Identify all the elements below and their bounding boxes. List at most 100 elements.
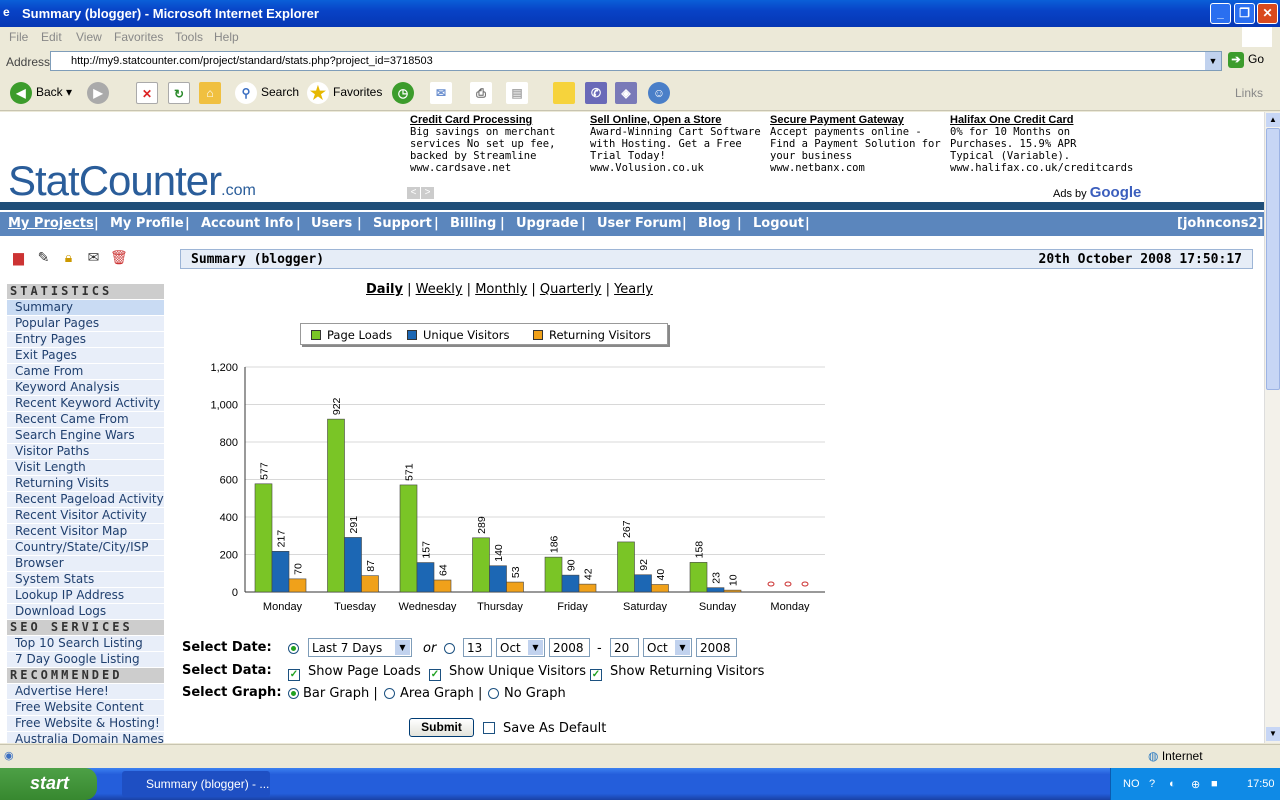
no-graph-option[interactable]: No Graph xyxy=(504,686,566,701)
submit-button[interactable]: Submit xyxy=(409,718,474,737)
menu-tools[interactable]: Tools xyxy=(175,30,203,44)
period-monthly[interactable]: Monthly xyxy=(475,282,527,297)
home-button[interactable]: ⌂ xyxy=(199,82,225,106)
returning-visitors-checkbox[interactable]: ✓ xyxy=(590,665,602,681)
scroll-thumb[interactable] xyxy=(1266,128,1280,390)
sidebar-item-lookup-ip-address[interactable]: Lookup IP Address xyxy=(7,588,164,604)
config-icon[interactable]: ✎ xyxy=(35,249,52,265)
print-button[interactable]: ⎙ xyxy=(470,82,496,106)
ad-block[interactable]: Credit Card Processing Big savings on mer… xyxy=(410,114,585,174)
sidebar-item-summary[interactable]: Summary xyxy=(7,300,164,316)
sidebar-item-top-10-search-listing[interactable]: Top 10 Search Listing xyxy=(7,636,164,652)
ad-next-button[interactable]: > xyxy=(421,187,434,199)
sidebar-item-system-stats[interactable]: System Stats xyxy=(7,572,164,588)
mail-button[interactable]: ✉ xyxy=(430,82,456,106)
nav-my-profile[interactable]: My Profile xyxy=(110,216,184,231)
links-label[interactable]: Links xyxy=(1235,86,1263,100)
sidebar-item-entry-pages[interactable]: Entry Pages xyxy=(7,332,164,348)
search-button[interactable]: ⚲ Search xyxy=(235,82,299,106)
window-titlebar[interactable]: e Summary (blogger) - Microsoft Internet… xyxy=(0,0,1280,27)
save-default-label[interactable]: Save As Default xyxy=(503,721,606,736)
close-button[interactable]: ✕ xyxy=(1257,3,1278,24)
sidebar-item-popular-pages[interactable]: Popular Pages xyxy=(7,316,164,332)
period-weekly[interactable]: Weekly xyxy=(416,282,463,297)
vertical-scrollbar[interactable]: ▲ ▼ xyxy=(1264,112,1280,743)
menu-edit[interactable]: Edit xyxy=(41,30,62,44)
network-icon[interactable]: ◐ xyxy=(1169,778,1176,790)
ad-block[interactable]: Sell Online, Open a Store Award-Winning C… xyxy=(590,114,765,174)
from-day-input[interactable]: 13 xyxy=(463,638,492,657)
history-button[interactable]: ◷ xyxy=(392,82,418,106)
page-loads-option[interactable]: Show Page Loads xyxy=(308,664,421,679)
sidebar-item-visitor-paths[interactable]: Visitor Paths xyxy=(7,444,164,460)
menu-favorites[interactable]: Favorites xyxy=(114,30,163,44)
sidebar-item-exit-pages[interactable]: Exit Pages xyxy=(7,348,164,364)
help-icon[interactable]: ? xyxy=(1149,778,1155,790)
lock-icon[interactable]: 🔒︎ xyxy=(60,249,77,265)
messenger-button[interactable]: ✆ xyxy=(585,82,611,106)
language-indicator[interactable]: NO xyxy=(1123,778,1140,790)
page-loads-checkbox[interactable]: ✓ xyxy=(288,665,300,681)
stats-icon[interactable]: ▆ xyxy=(10,249,27,265)
start-button[interactable]: start xyxy=(0,768,97,800)
to-month-select[interactable]: Oct ▼ xyxy=(643,638,692,657)
research-button[interactable]: ◈ xyxy=(615,82,641,106)
sidebar-item-keyword-analysis[interactable]: Keyword Analysis xyxy=(7,380,164,396)
save-default-checkbox[interactable] xyxy=(483,722,495,736)
nav-blog[interactable]: Blog xyxy=(698,216,731,231)
nav-upgrade[interactable]: Upgrade xyxy=(516,216,578,231)
sidebar-item-country-state-city-isp[interactable]: Country/State/City/ISP xyxy=(7,540,164,556)
bar-graph-radio[interactable] xyxy=(288,687,299,701)
sidebar-item-visit-length[interactable]: Visit Length xyxy=(7,460,164,476)
to-year-input[interactable]: 2008 xyxy=(696,638,737,657)
menu-view[interactable]: View xyxy=(76,30,102,44)
ad-prev-button[interactable]: < xyxy=(407,187,420,199)
bar-graph-option[interactable]: Bar Graph | xyxy=(303,686,378,701)
ad-block[interactable]: Secure Payment Gateway Accept payments on… xyxy=(770,114,945,174)
scroll-down-icon[interactable]: ▼ xyxy=(1266,727,1280,741)
unique-visitors-checkbox[interactable]: ✓ xyxy=(429,665,441,681)
scroll-up-icon[interactable]: ▲ xyxy=(1266,113,1280,127)
taskbar-ie-window[interactable]: Summary (blogger) - ... xyxy=(122,771,270,797)
period-yearly[interactable]: Yearly xyxy=(614,282,653,297)
ads-by-google[interactable]: Ads by Google xyxy=(1053,184,1141,201)
date-range-radio[interactable] xyxy=(288,642,299,656)
sidebar-item-browser[interactable]: Browser xyxy=(7,556,164,572)
menu-help[interactable]: Help xyxy=(214,30,239,44)
unique-visitors-option[interactable]: Show Unique Visitors xyxy=(449,664,586,679)
sidebar-item-free-website-hosting[interactable]: Free Website & Hosting! xyxy=(7,716,164,732)
sidebar-item-recent-visitor-map[interactable]: Recent Visitor Map xyxy=(7,524,164,540)
go-button[interactable]: ➔ Go xyxy=(1228,52,1264,68)
period-daily[interactable]: Daily xyxy=(366,282,403,297)
forward-button[interactable]: ▶ xyxy=(87,82,113,106)
ad-title[interactable]: Halifax One Credit Card xyxy=(950,114,1125,126)
edit-button[interactable]: ▤ xyxy=(506,82,532,106)
sidebar-item-returning-visits[interactable]: Returning Visits xyxy=(7,476,164,492)
users-button[interactable]: ☺ xyxy=(648,82,674,106)
nav-account-info[interactable]: Account Info xyxy=(201,216,293,231)
area-graph-radio[interactable] xyxy=(384,687,395,701)
nav-support[interactable]: Support xyxy=(373,216,432,231)
returning-visitors-option[interactable]: Show Returning Visitors xyxy=(610,664,764,679)
ad-block[interactable]: Halifax One Credit Card 0% for 10 Months … xyxy=(950,114,1133,174)
area-graph-option[interactable]: Area Graph | xyxy=(400,686,482,701)
flag-icon[interactable]: ■ xyxy=(1211,778,1218,790)
back-button[interactable]: ◀ Back ▾ xyxy=(10,82,72,106)
to-day-input[interactable]: 20 xyxy=(610,638,639,657)
nav-my-projects[interactable]: My Projects xyxy=(8,216,94,231)
favorites-button[interactable]: ★ Favorites xyxy=(307,82,382,106)
delete-icon[interactable]: 🗑︎ xyxy=(110,249,128,265)
nav-billing[interactable]: Billing xyxy=(450,216,496,231)
sidebar-item-recent-pageload-activity[interactable]: Recent Pageload Activity xyxy=(7,492,164,508)
date-range-select[interactable]: Last 7 Days ▼ xyxy=(308,638,412,657)
sidebar-item-recent-keyword-activity[interactable]: Recent Keyword Activity xyxy=(7,396,164,412)
ad-title[interactable]: Sell Online, Open a Store xyxy=(590,114,765,126)
email-icon[interactable]: ✉ xyxy=(85,249,102,265)
address-input[interactable]: http://my9.statcounter.com/project/stand… xyxy=(50,51,1222,71)
nav-user-forum[interactable]: User Forum xyxy=(597,216,682,231)
sidebar-item-australia-domain-names[interactable]: Australia Domain Names xyxy=(7,732,164,743)
sidebar-item-download-logs[interactable]: Download Logs xyxy=(7,604,164,620)
sidebar-item-free-website-content[interactable]: Free Website Content xyxy=(7,700,164,716)
sidebar-item-recent-visitor-activity[interactable]: Recent Visitor Activity xyxy=(7,508,164,524)
maximize-button[interactable]: ❐ xyxy=(1234,3,1255,24)
